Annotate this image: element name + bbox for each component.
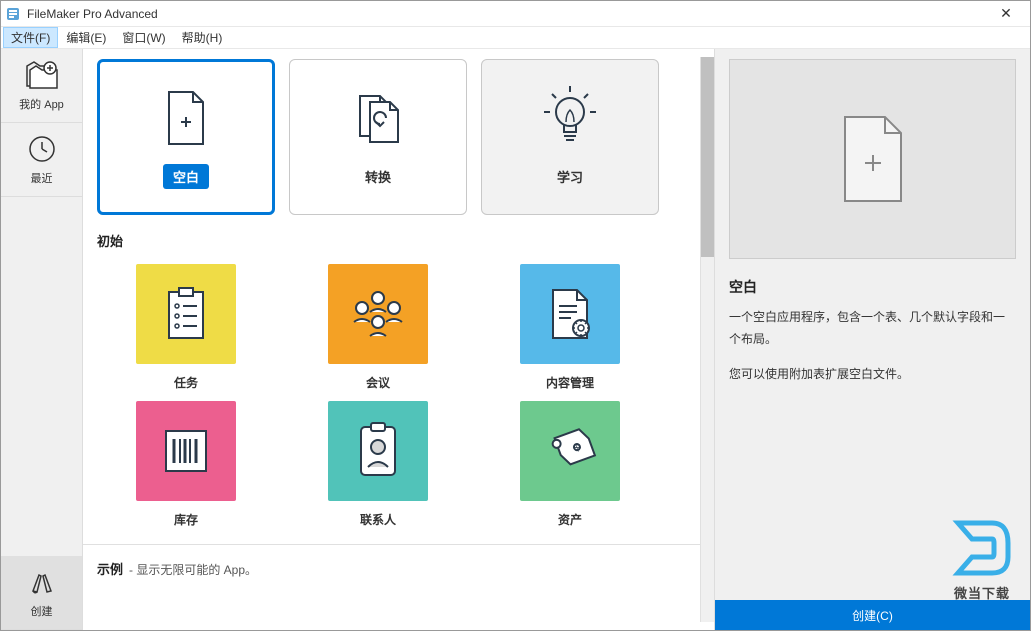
template-label-tasks: 任务: [174, 374, 198, 391]
content-area: 我的 App 最近 创建 空白: [1, 49, 1030, 630]
clock-icon: [27, 134, 57, 164]
category-label-convert: 转换: [355, 164, 401, 189]
main-area: 空白 转换 学习 初始: [83, 49, 714, 630]
sidebar-tab-recent[interactable]: 最近: [1, 123, 82, 197]
template-label-inventory: 库存: [174, 511, 198, 528]
template-row-1: 任务 会议 内容管理: [83, 254, 714, 391]
lightbulb-icon: [542, 86, 598, 150]
sidebar-tab-myapp[interactable]: 我的 App: [1, 49, 82, 123]
sidebar-label-create: 创建: [31, 603, 53, 619]
menu-file[interactable]: 文件(F): [3, 27, 58, 48]
inventory-icon: [136, 401, 236, 501]
preview-desc1: 一个空白应用程序，包含一个表、几个默认字段和一个布局。: [729, 307, 1016, 350]
template-content[interactable]: 内容管理: [481, 264, 659, 391]
sidebar-spacer: [1, 197, 82, 556]
scrollbar-thumb[interactable]: [701, 57, 714, 257]
category-row: 空白 转换 学习: [83, 49, 714, 215]
meetings-icon: [328, 264, 428, 364]
template-label-content: 内容管理: [546, 374, 594, 391]
sidebar-tab-create[interactable]: 创建: [1, 556, 82, 630]
category-label-blank: 空白: [163, 164, 209, 189]
watermark-text: 微当下载: [942, 583, 1022, 602]
preview-thumbnail: [729, 59, 1016, 259]
menu-help[interactable]: 帮助(H): [174, 27, 231, 48]
folder-plus-icon: [24, 60, 60, 90]
menu-window[interactable]: 窗口(W): [114, 27, 173, 48]
template-label-meetings: 会议: [366, 374, 390, 391]
tasks-icon: [136, 264, 236, 364]
close-button[interactable]: ✕: [986, 1, 1026, 27]
section-initial: 初始: [83, 215, 714, 254]
app-icon: [5, 6, 21, 22]
category-learn[interactable]: 学习: [481, 59, 659, 215]
content-icon: [520, 264, 620, 364]
template-label-contacts: 联系人: [360, 511, 396, 528]
watermark: 微当下载: [942, 513, 1022, 602]
sidebar-label-myapp: 我的 App: [19, 96, 64, 112]
brush-pencil-icon: [27, 567, 57, 597]
scrollbar[interactable]: [700, 57, 714, 622]
template-inventory[interactable]: 库存: [97, 401, 275, 528]
template-label-assets: 资产: [558, 511, 582, 528]
category-convert[interactable]: 转换: [289, 59, 467, 215]
menubar: 文件(F) 编辑(E) 窗口(W) 帮助(H): [1, 27, 1030, 49]
right-spacer: 微当下载: [729, 400, 1016, 600]
example-title: 示例: [97, 559, 123, 578]
main-scroll[interactable]: 空白 转换 学习 初始: [83, 49, 714, 630]
template-assets[interactable]: $ 资产: [481, 401, 659, 528]
sidebar-label-recent: 最近: [31, 170, 53, 186]
convert-icon: [350, 86, 406, 150]
example-subtitle: - 显示无限可能的 App。: [129, 561, 257, 578]
template-meetings[interactable]: 会议: [289, 264, 467, 391]
menu-edit[interactable]: 编辑(E): [58, 27, 114, 48]
template-tasks[interactable]: 任务: [97, 264, 275, 391]
preview-desc2: 您可以使用附加表扩展空白文件。: [729, 364, 1016, 386]
titlebar: FileMaker Pro Advanced ✕: [1, 1, 1030, 27]
template-row-2: 库存 联系人 $ 资产: [83, 391, 714, 528]
category-label-learn: 学习: [547, 164, 593, 189]
left-sidebar: 我的 App 最近 创建: [1, 49, 83, 630]
window-title: FileMaker Pro Advanced: [27, 7, 986, 21]
preview-title: 空白: [729, 277, 1016, 297]
section-example: 示例 - 显示无限可能的 App。: [83, 544, 714, 586]
template-contacts[interactable]: 联系人: [289, 401, 467, 528]
contacts-icon: [328, 401, 428, 501]
create-button[interactable]: 创建(C): [715, 600, 1030, 630]
category-blank[interactable]: 空白: [97, 59, 275, 215]
blank-page-icon: [158, 86, 214, 150]
assets-icon: $: [520, 401, 620, 501]
right-panel: 空白 一个空白应用程序，包含一个表、几个默认字段和一个布局。 您可以使用附加表扩…: [714, 49, 1030, 630]
